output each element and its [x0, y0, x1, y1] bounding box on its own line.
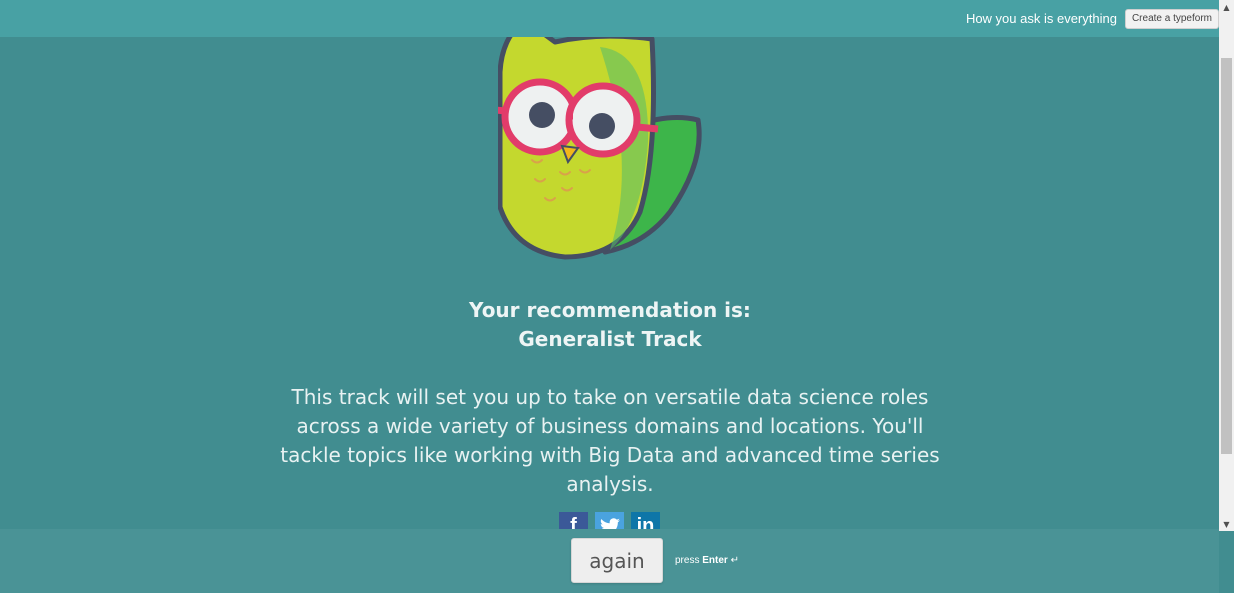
vertical-scrollbar[interactable]: ▲ ▼: [1219, 0, 1234, 531]
again-button[interactable]: again: [571, 538, 663, 583]
scroll-thumb[interactable]: [1221, 58, 1232, 454]
scroll-down-arrow-icon[interactable]: ▼: [1219, 517, 1234, 531]
recommendation-label: Your recommendation is:: [469, 298, 751, 322]
enter-icon: ↵: [730, 555, 739, 566]
top-bar: How you ask is everything Create a typef…: [0, 0, 1234, 37]
track-description: This track will set you up to take on ve…: [280, 385, 940, 496]
owl-illustration: [498, 17, 702, 260]
recommended-track: Generalist Track: [518, 327, 702, 351]
press-label: press: [675, 555, 700, 566]
tagline: How you ask is everything: [965, 11, 1117, 26]
footer-bar: again press Enter ↵: [0, 529, 1219, 593]
recommendation-heading: Your recommendation is: Generalist Track: [300, 296, 920, 354]
enter-key-label: Enter: [702, 555, 728, 566]
press-enter-hint: press Enter ↵: [675, 555, 739, 566]
create-typeform-button[interactable]: Create a typeform: [1124, 8, 1219, 29]
scroll-up-arrow-icon[interactable]: ▲: [1219, 0, 1234, 14]
